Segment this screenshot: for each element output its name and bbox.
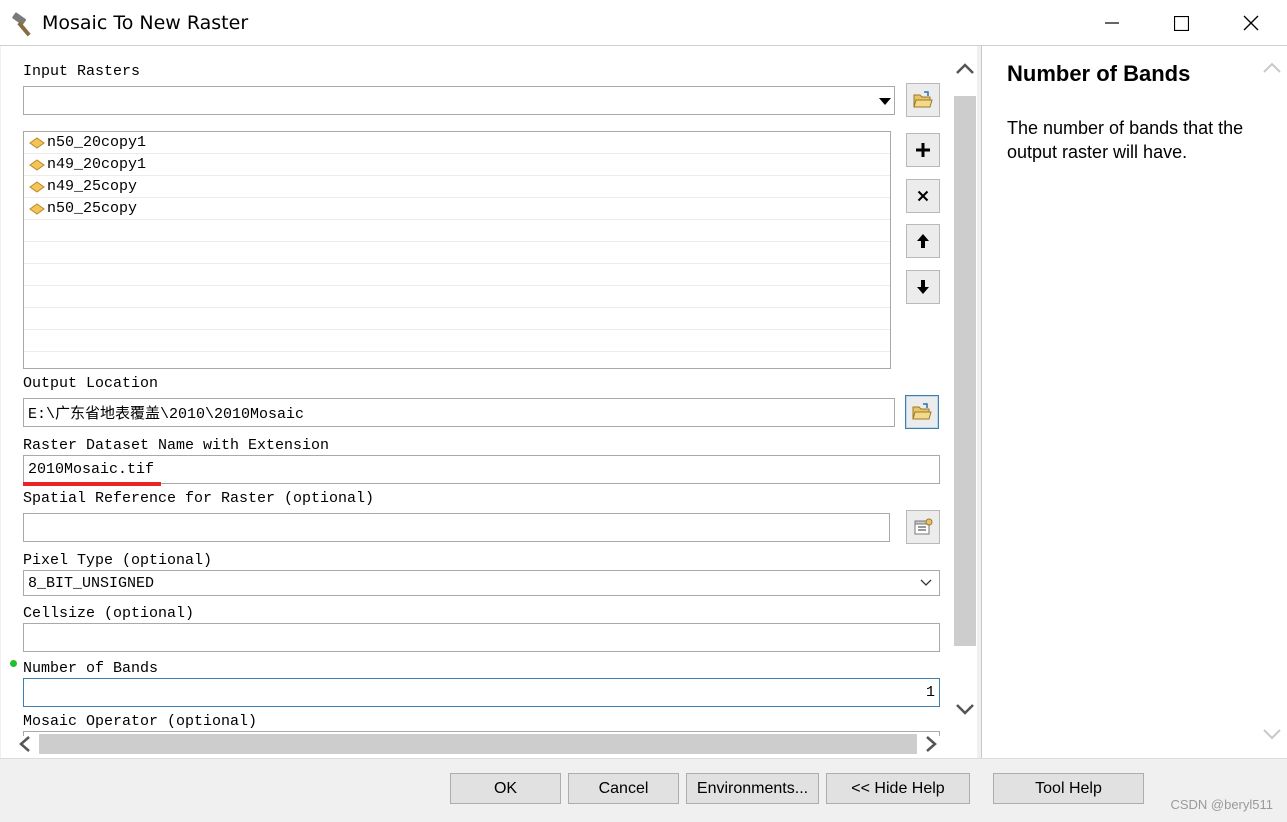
ok-button[interactable]: OK (450, 773, 561, 804)
empty-list-row (24, 286, 890, 308)
vertical-scrollbar[interactable] (954, 60, 976, 730)
scroll-right-icon[interactable] (921, 734, 941, 754)
empty-list-row (24, 308, 890, 330)
number-of-bands-input[interactable]: 1 (23, 678, 940, 707)
close-icon (1243, 15, 1259, 31)
help-scroll-down-icon[interactable] (1260, 724, 1284, 744)
horizontal-scroll-thumb[interactable] (39, 734, 917, 754)
arrow-down-icon (917, 280, 929, 294)
add-item-button[interactable] (906, 133, 940, 167)
move-up-button[interactable] (906, 224, 940, 258)
help-text: The number of bands that the output rast… (1007, 118, 1244, 162)
maximize-button[interactable] (1146, 0, 1216, 46)
spatial-reference-input[interactable] (23, 513, 890, 542)
empty-list-row (24, 264, 890, 286)
required-indicator (10, 660, 17, 667)
number-of-bands-label: Number of Bands (23, 660, 159, 677)
raster-layer-icon (29, 136, 45, 149)
list-item-label: n50_20copy1 (47, 134, 147, 151)
move-down-button[interactable] (906, 270, 940, 304)
cancel-button[interactable]: Cancel (568, 773, 679, 804)
raster-layer-icon (29, 158, 45, 171)
chevron-down-icon (920, 579, 932, 586)
output-location-input[interactable]: E:\广东省地表覆盖\2010\2010Mosaic (23, 398, 895, 427)
maximize-icon (1173, 15, 1189, 31)
hide-help-button[interactable]: << Hide Help (826, 773, 970, 804)
raster-name-input[interactable]: 2010Mosaic.tif (23, 455, 940, 484)
minimize-button[interactable] (1077, 0, 1147, 46)
list-item[interactable]: n49_20copy1 (24, 154, 890, 176)
output-location-label: Output Location (23, 375, 159, 392)
raster-layer-icon (29, 180, 45, 193)
list-item[interactable]: n50_25copy (24, 198, 890, 220)
pixel-type-label: Pixel Type (optional) (23, 552, 213, 569)
list-item[interactable]: n50_20copy1 (24, 132, 890, 154)
number-of-bands-value: 1 (925, 684, 935, 701)
remove-item-button[interactable] (906, 179, 940, 213)
scroll-left-icon[interactable] (15, 734, 35, 754)
pixel-type-value: 8_BIT_UNSIGNED (28, 574, 155, 592)
parameters-pane: Input Rasters n50_20copy1 n49_20copy1 n4… (1, 46, 977, 758)
open-folder-icon (912, 403, 932, 420)
horizontal-scrollbar[interactable] (15, 732, 941, 756)
watermark: CSDN @beryl511 (1170, 797, 1273, 812)
arrow-up-icon (917, 234, 929, 248)
help-pane: Number of Bands The number of bands that… (981, 46, 1287, 758)
browse-output-location-button[interactable] (905, 395, 939, 429)
close-button[interactable] (1216, 0, 1286, 46)
empty-list-row (24, 220, 890, 242)
annotation-underline (23, 482, 161, 486)
cellsize-input[interactable] (23, 623, 940, 652)
window-title: Mosaic To New Raster (42, 12, 249, 34)
raster-name-value: 2010Mosaic.tif (28, 461, 155, 478)
empty-list-row (24, 330, 890, 352)
scroll-up-icon[interactable] (954, 60, 976, 78)
pixel-type-select[interactable]: 8_BIT_UNSIGNED (23, 570, 940, 596)
open-folder-icon (913, 91, 933, 108)
cellsize-label: Cellsize (optional) (23, 605, 195, 622)
title-bar: Mosaic To New Raster (0, 0, 1287, 46)
delete-icon (917, 190, 929, 202)
spatial-reference-properties-button[interactable] (906, 510, 940, 544)
hammer-icon (10, 9, 38, 37)
dropdown-arrow-icon (879, 98, 891, 105)
raster-layer-icon (29, 202, 45, 215)
raster-name-label: Raster Dataset Name with Extension (23, 437, 330, 454)
minimize-icon (1105, 22, 1119, 24)
plus-icon (916, 143, 930, 157)
input-rasters-label: Input Rasters (23, 63, 141, 80)
empty-list-row (24, 242, 890, 264)
mosaic-operator-label: Mosaic Operator (optional) (23, 713, 258, 730)
vertical-scroll-thumb[interactable] (954, 96, 976, 646)
browse-input-button[interactable] (906, 83, 940, 117)
list-item[interactable]: n49_25copy (24, 176, 890, 198)
list-item-label: n50_25copy (47, 200, 138, 217)
help-title: Number of Bands (1007, 61, 1191, 86)
environments-button[interactable]: Environments... (686, 773, 819, 804)
properties-icon (914, 518, 933, 535)
scroll-down-icon[interactable] (954, 700, 976, 718)
list-item-label: n49_20copy1 (47, 156, 147, 173)
input-rasters-list[interactable]: n50_20copy1 n49_20copy1 n49_25copy n50_2… (23, 131, 891, 369)
list-item-label: n49_25copy (47, 178, 138, 195)
spatial-reference-label: Spatial Reference for Raster (optional) (23, 490, 375, 507)
output-location-value: E:\广东省地表覆盖\2010\2010Mosaic (28, 406, 305, 423)
tool-help-button[interactable]: Tool Help (993, 773, 1144, 804)
input-rasters-dropdown[interactable] (23, 86, 895, 115)
button-bar: OK Cancel Environments... << Hide Help T… (0, 758, 1287, 822)
help-scroll-up-icon[interactable] (1260, 58, 1284, 78)
